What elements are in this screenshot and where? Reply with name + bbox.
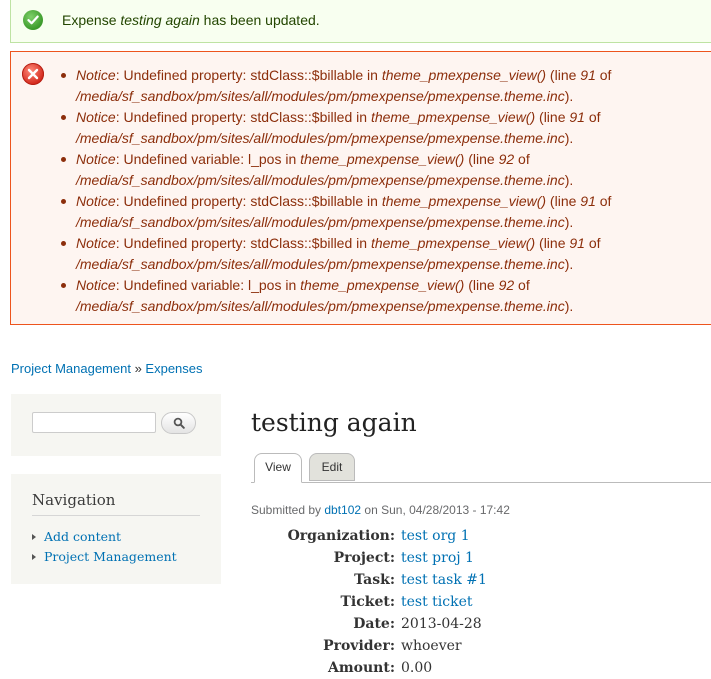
breadcrumb-expenses[interactable]: Expenses (145, 361, 202, 376)
date-value: 2013-04-28 (401, 616, 482, 632)
amount-value: 0.00 (401, 660, 433, 676)
checkmark-icon (23, 10, 43, 30)
search-button[interactable] (161, 412, 196, 434)
field-label: Amount: (327, 660, 395, 676)
error-item: Notice: Undefined property: stdClass::$b… (59, 65, 699, 107)
error-list: Notice: Undefined property: stdClass::$b… (59, 65, 699, 317)
ticket-link[interactable]: test ticket (401, 591, 473, 613)
magnifier-icon (173, 417, 185, 429)
project-link[interactable]: test proj 1 (401, 547, 474, 569)
organization-link[interactable]: test org 1 (401, 525, 470, 547)
field-label: Provider: (323, 638, 395, 654)
field-label: Project: (333, 550, 395, 566)
task-link[interactable]: test task #1 (401, 569, 487, 591)
error-item: Notice: Undefined variable: l_pos in the… (59, 149, 699, 191)
search-block (11, 394, 221, 456)
error-item: Notice: Undefined property: stdClass::$b… (59, 191, 699, 233)
breadcrumb-project-management[interactable]: Project Management (11, 361, 131, 376)
field-ticket: Ticket: test ticket (251, 591, 671, 613)
status-message: Expense testing again has been updated. (10, 0, 711, 43)
tab-view[interactable]: View (254, 453, 302, 483)
breadcrumb: Project Management » Expenses (11, 361, 203, 376)
field-task: Task: test task #1 (251, 569, 671, 591)
field-organization: Organization: test org 1 (251, 525, 671, 547)
search-input[interactable] (32, 412, 156, 433)
field-project: Project: test proj 1 (251, 547, 671, 569)
navigation-block: Navigation Add content Project Managemen… (11, 474, 221, 584)
provider-value: whoever (401, 638, 462, 654)
error-item: Notice: Undefined property: stdClass::$b… (59, 233, 699, 275)
navigation-title: Navigation (32, 491, 116, 509)
error-x-icon (22, 63, 44, 85)
nav-item-project-management: Project Management (32, 547, 177, 567)
tab-edit[interactable]: Edit (309, 453, 355, 481)
field-label: Ticket: (340, 594, 395, 610)
error-item: Notice: Undefined variable: l_pos in the… (59, 275, 699, 317)
expense-fields: Organization: test org 1 Project: test pro… (251, 525, 671, 679)
nav-link-project-management[interactable]: Project Management (44, 549, 177, 564)
field-label: Task: (354, 572, 395, 588)
navigation-list: Add content Project Management (32, 527, 177, 567)
field-label: Date: (353, 616, 395, 632)
author-link[interactable]: dbt102 (324, 503, 361, 517)
tabs: View Edit (251, 453, 711, 483)
nav-item-add-content: Add content (32, 527, 177, 547)
navigation-divider (32, 515, 200, 516)
field-date: Date: 2013-04-28 (251, 613, 671, 635)
field-label: Organization: (287, 528, 395, 544)
submitted-info: Submitted by dbt102 on Sun, 04/28/2013 -… (251, 503, 510, 517)
error-item: Notice: Undefined property: stdClass::$b… (59, 107, 699, 149)
breadcrumb-separator: » (130, 361, 146, 376)
field-amount: Amount: 0.00 (251, 657, 671, 679)
error-messages: Notice: Undefined property: stdClass::$b… (10, 51, 711, 325)
page-title: testing again (251, 408, 417, 437)
status-text: Expense testing again has been updated. (62, 12, 320, 28)
status-expense-title: testing again (120, 12, 200, 28)
field-provider: Provider: whoever (251, 635, 671, 657)
nav-link-add-content[interactable]: Add content (44, 529, 121, 544)
